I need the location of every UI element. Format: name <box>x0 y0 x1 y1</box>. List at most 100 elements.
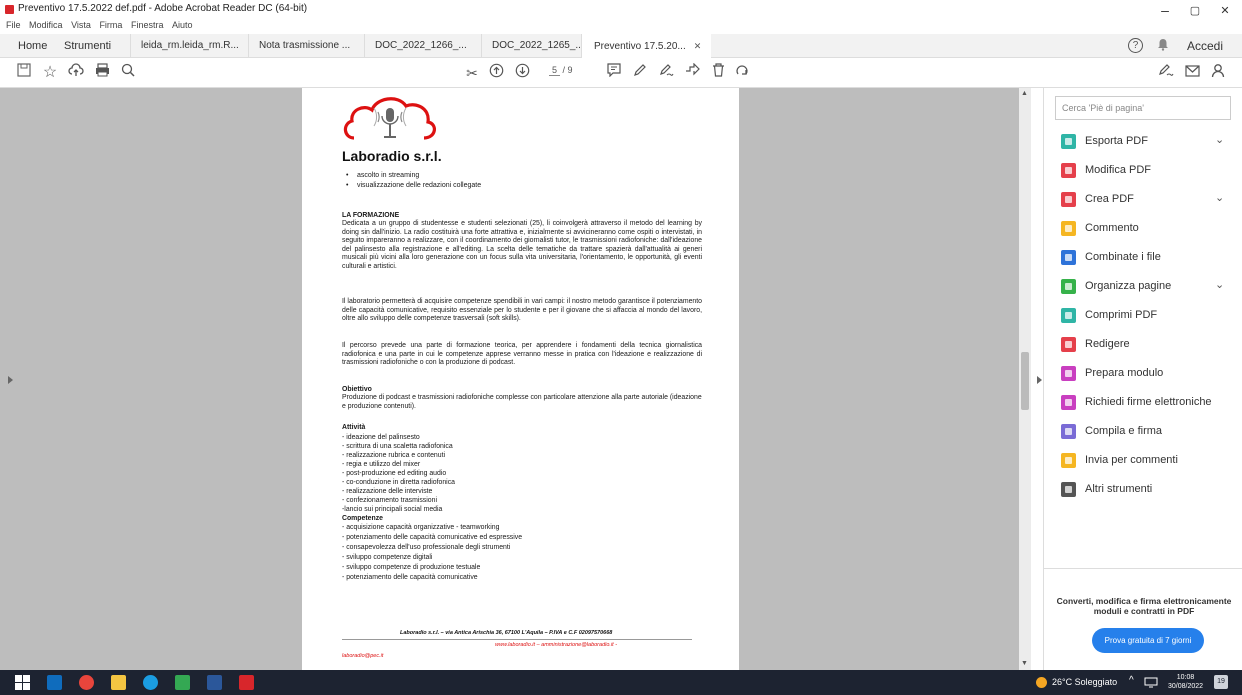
print-icon[interactable] <box>92 63 112 83</box>
scroll-up-icon[interactable]: ▲ <box>1021 90 1028 97</box>
menu-firma[interactable]: Firma <box>99 20 122 30</box>
tools-search-input[interactable]: Cerca 'Piè di pagina' <box>1055 96 1231 120</box>
save-icon[interactable] <box>14 63 34 83</box>
file-explorer-icon[interactable] <box>111 675 126 690</box>
tool-altri-strumenti[interactable]: Altri strumenti <box>1044 476 1242 504</box>
zoom-search-icon[interactable] <box>118 63 138 83</box>
page-total: / 9 <box>562 65 573 75</box>
fill-sign-toolbar-icon[interactable] <box>1156 63 1176 83</box>
notifications-badge[interactable]: 19 <box>1214 675 1228 689</box>
menu-modifica[interactable]: Modifica <box>29 20 63 30</box>
chrome-icon[interactable] <box>79 675 94 690</box>
clock[interactable]: 10:08 30/08/2022 <box>1168 673 1203 691</box>
tab-doc-leida[interactable]: leida_rm.leida_rm.R... <box>130 34 246 58</box>
share-icon[interactable] <box>682 62 702 83</box>
section-title-attivita: Attività <box>342 424 366 431</box>
word-icon[interactable] <box>207 675 222 690</box>
tool-commento[interactable]: Commento <box>1044 215 1242 243</box>
page-down-icon[interactable] <box>512 63 532 84</box>
rotate-icon[interactable] <box>732 63 752 83</box>
tool-invia-commenti[interactable]: Invia per commenti <box>1044 447 1242 475</box>
formazione-paragraph-1: Dedicata a un gruppo di studentesse e st… <box>342 220 702 270</box>
tab-strumenti[interactable]: Strumenti <box>64 34 111 58</box>
user-share-icon[interactable] <box>1208 63 1228 84</box>
minimize-button[interactable]: – <box>1150 2 1180 18</box>
tools-panel: Cerca 'Piè di pagina' Esporta PDF ⌄ Modi… <box>1043 88 1242 670</box>
edge-icon[interactable] <box>143 675 158 690</box>
tab-doc-1265[interactable]: DOC_2022_1265_... <box>481 34 597 58</box>
maximize-button[interactable]: ▢ <box>1180 4 1210 17</box>
left-panel-toggle-icon[interactable] <box>8 376 13 384</box>
tool-redigere[interactable]: Redigere <box>1044 331 1242 359</box>
toolbar: ☆ ✂ 5 / 9 <box>0 58 1242 88</box>
tab-doc-1266[interactable]: DOC_2022_1266_... <box>364 34 480 58</box>
formazione-paragraph-3: Il percorso prevede una parte di formazi… <box>342 342 702 367</box>
compress-pdf-icon <box>1061 308 1076 323</box>
menu-finestra[interactable]: Finestra <box>131 20 164 30</box>
activity-item: - post-produzione ed editing audio <box>342 470 447 477</box>
scroll-down-icon[interactable]: ▼ <box>1021 660 1028 667</box>
weather-sun-icon[interactable] <box>1036 677 1047 688</box>
tool-combinate-file[interactable]: Combinate i file <box>1044 244 1242 272</box>
close-window-button[interactable]: ✕ <box>1210 4 1240 17</box>
weather-text[interactable]: 26°C Soleggiato <box>1052 677 1117 687</box>
tool-prepara-modulo[interactable]: Prepara modulo <box>1044 360 1242 388</box>
chevron-down-icon[interactable]: ⌄ <box>1215 278 1224 291</box>
scroll-thumb[interactable] <box>1021 352 1029 410</box>
tool-comprimi-pdf[interactable]: Comprimi PDF <box>1044 302 1242 330</box>
footer-web: www.laboradio.it – amministrazione@labor… <box>495 642 618 648</box>
tab-close-icon[interactable]: ✕ <box>694 41 702 51</box>
comment-icon[interactable] <box>604 63 624 83</box>
scissors-icon[interactable]: ✂ <box>462 63 482 83</box>
tool-crea-pdf[interactable]: Crea PDF ⌄ <box>1044 186 1242 214</box>
mail-icon[interactable] <box>1182 63 1202 83</box>
activity-item: - confezionamento trasmissioni <box>342 497 437 504</box>
bookmark-star-icon[interactable]: ☆ <box>40 63 60 83</box>
pdf-page: Laboradio s.r.l. ascolto in streaming vi… <box>302 88 739 670</box>
tray-chevron-icon[interactable]: ^ <box>1129 675 1134 686</box>
tool-richiedi-firme[interactable]: Richiedi firme elettroniche <box>1044 389 1242 417</box>
acrobat-taskbar-icon[interactable] <box>239 675 254 690</box>
photos-icon[interactable] <box>175 675 190 690</box>
upload-cloud-icon[interactable] <box>66 63 86 83</box>
menu-file[interactable]: File <box>6 20 21 30</box>
tool-modifica-pdf[interactable]: Modifica PDF <box>1044 157 1242 185</box>
outlook-icon[interactable] <box>47 675 62 690</box>
trash-icon[interactable] <box>708 63 728 83</box>
sign-in-link[interactable]: Accedi <box>1187 39 1223 53</box>
panel-divider <box>1044 568 1242 569</box>
activity-item: - realizzazione delle interviste <box>342 488 433 495</box>
bell-icon[interactable] <box>1157 38 1169 54</box>
chevron-down-icon[interactable]: ⌄ <box>1215 133 1224 146</box>
menu-aiuto[interactable]: Aiuto <box>172 20 193 30</box>
chevron-down-icon[interactable]: ⌄ <box>1215 191 1224 204</box>
obiettivo-text: Produzione di podcast e trasmissioni rad… <box>342 394 702 410</box>
combine-files-icon <box>1061 250 1076 265</box>
organize-pages-icon <box>1061 279 1076 294</box>
edit-pdf-icon <box>1061 163 1076 178</box>
free-trial-button[interactable]: Prova gratuita di 7 giorni <box>1092 628 1204 653</box>
competence-item: - sviluppo competenze digitali <box>342 554 433 561</box>
clock-date: 30/08/2022 <box>1168 683 1204 690</box>
tool-compila-firma[interactable]: Compila e firma <box>1044 418 1242 446</box>
tool-esporta-pdf[interactable]: Esporta PDF ⌄ <box>1044 128 1242 156</box>
pen-icon[interactable] <box>630 63 650 83</box>
menu-vista[interactable]: Vista <box>71 20 91 30</box>
tab-doc-preventivo[interactable]: Preventivo 17.5.20... ✕ <box>581 34 711 59</box>
tool-organizza-pagine[interactable]: Organizza pagine ⌄ <box>1044 273 1242 301</box>
more-tools-icon <box>1061 482 1076 497</box>
page-up-icon[interactable] <box>486 63 506 84</box>
tool-label: Esporta PDF <box>1085 135 1148 147</box>
tab-home[interactable]: Home <box>18 34 47 58</box>
vertical-scrollbar[interactable]: ▲ ▼ <box>1019 88 1031 670</box>
network-icon[interactable] <box>1144 677 1158 690</box>
tab-doc-nota[interactable]: Nota trasmissione ... <box>248 34 364 58</box>
sign-icon[interactable] <box>656 63 676 83</box>
tool-label: Comprimi PDF <box>1085 309 1158 321</box>
right-panel-toggle-icon[interactable] <box>1037 376 1042 384</box>
page-number-input[interactable]: 5 <box>549 65 561 76</box>
request-signatures-icon <box>1061 395 1076 410</box>
help-icon[interactable]: ? <box>1128 38 1143 53</box>
windows-start-icon[interactable] <box>15 675 30 690</box>
footer-address: Laboradio s.r.l. – via Antica Arischia 3… <box>400 630 613 636</box>
